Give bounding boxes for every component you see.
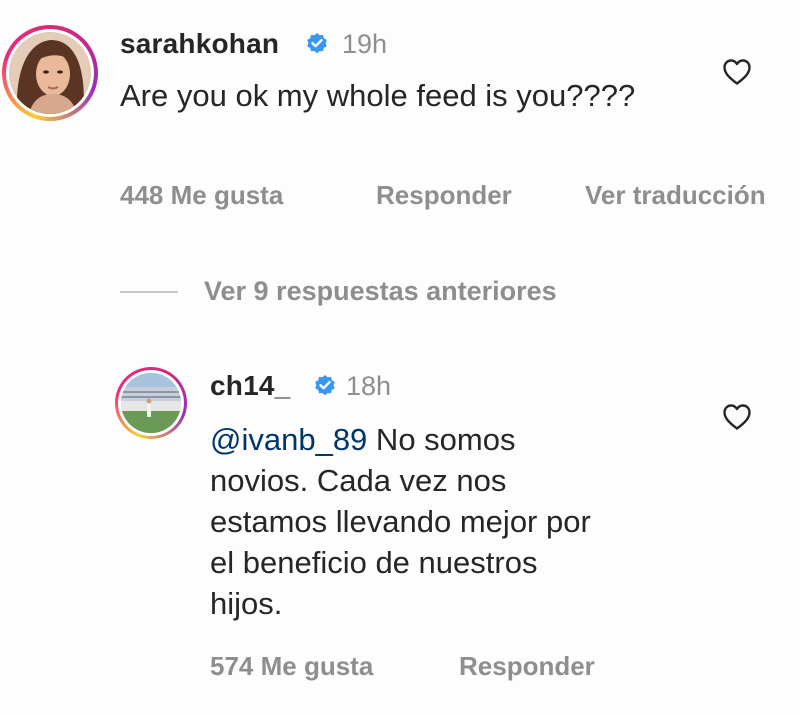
avatar-sarahkohan[interactable] [2, 25, 98, 121]
comment-username[interactable]: sarahkohan [120, 28, 279, 60]
comment-timestamp: 19h [342, 29, 388, 59]
likes-count[interactable]: 448 Me gusta [120, 180, 283, 211]
likes-count[interactable]: 574 Me gusta [210, 651, 373, 682]
heart-icon[interactable] [722, 58, 752, 86]
heart-icon[interactable] [722, 403, 752, 431]
translate-button[interactable]: Ver traducción [585, 180, 766, 211]
stadium-illustration [121, 373, 181, 433]
reply-button[interactable]: Responder [459, 651, 595, 682]
avatar-photo [9, 32, 91, 114]
view-previous-replies-button[interactable]: Ver 9 respuestas anteriores [204, 276, 557, 307]
comment-text: @ivanb_89 No somos novios. Cada vez nos … [210, 419, 610, 624]
reply-button[interactable]: Responder [376, 180, 512, 211]
avatar-ch14[interactable] [115, 367, 187, 439]
replies-divider [120, 291, 178, 293]
comment-text: Are you ok my whole feed is you???? [120, 78, 636, 113]
comment-timestamp: 18h [346, 371, 392, 401]
comment-username[interactable]: ch14_ [210, 370, 290, 402]
avatar-photo [121, 373, 181, 433]
comments-thread: sarahkohan 19h Are you ok my whole feed … [0, 0, 800, 715]
face-illustration [9, 32, 91, 114]
mention-link[interactable]: @ivanb_89 [210, 422, 367, 457]
verified-badge-icon [315, 375, 335, 396]
verified-badge-icon [307, 33, 327, 54]
